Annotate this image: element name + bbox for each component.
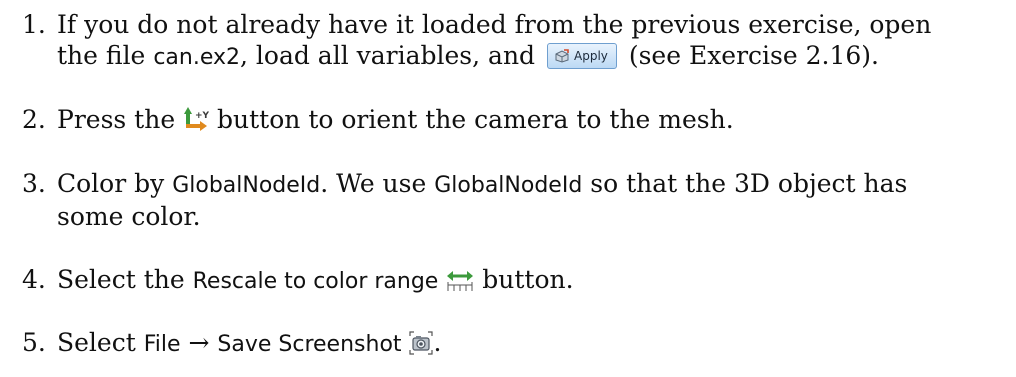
- step-4: 4. Select the Rescale to color range but…: [22, 264, 996, 297]
- step-number: 3.: [22, 169, 46, 198]
- step-text: . We use: [320, 169, 435, 198]
- step-text: some color.: [57, 202, 201, 231]
- apply-button[interactable]: Apply: [547, 43, 617, 69]
- step-text: so that the 3D object has: [582, 169, 908, 198]
- step-3: 3. Color by GlobalNodeId. We use GlobalN…: [22, 168, 996, 232]
- step-text: , load all variables, and: [240, 41, 536, 70]
- menu-item-name: Save Screenshot: [217, 332, 402, 357]
- orient-camera-plus-y-icon[interactable]: +Y: [183, 106, 209, 132]
- step-number: 5.: [22, 328, 46, 357]
- step-text: .: [433, 328, 442, 357]
- menu-name: File: [143, 332, 181, 357]
- rescale-color-range-icon[interactable]: [446, 270, 474, 292]
- variable-name: GlobalNodeId: [172, 173, 321, 198]
- step-number: 4.: [22, 265, 46, 294]
- camera-screenshot-icon[interactable]: [409, 331, 434, 355]
- step-text: Press the: [57, 105, 176, 134]
- step-1: 1. If you do not already have it loaded …: [22, 9, 996, 73]
- step-2: 2. Press the +Y button to orient the cam…: [22, 104, 996, 135]
- step-text: (see Exercise 2.16).: [628, 41, 879, 70]
- menu-arrow: →: [188, 328, 210, 357]
- step-number: 1.: [22, 10, 46, 39]
- step-text: Select the: [57, 265, 193, 294]
- action-name: Rescale to color range: [192, 269, 439, 294]
- step-text: Select: [57, 328, 144, 357]
- step-text: Color by: [57, 169, 173, 198]
- step-text: the file: [57, 41, 154, 70]
- apply-button-label: Apply: [574, 49, 608, 63]
- step-number: 2.: [22, 105, 46, 134]
- step-5: 5. Select File → Save Screenshot .: [22, 327, 996, 360]
- step-text: button.: [482, 265, 574, 294]
- variable-name: GlobalNodeId: [434, 173, 583, 198]
- file-name: can.ex2: [153, 45, 240, 70]
- instruction-page: 1. If you do not already have it loaded …: [0, 0, 1016, 377]
- step-text: If you do not already have it loaded fro…: [57, 10, 932, 39]
- svg-text:+Y: +Y: [195, 111, 209, 121]
- apply-icon: [555, 49, 569, 63]
- step-text: button to orient the camera to the mesh.: [217, 105, 734, 134]
